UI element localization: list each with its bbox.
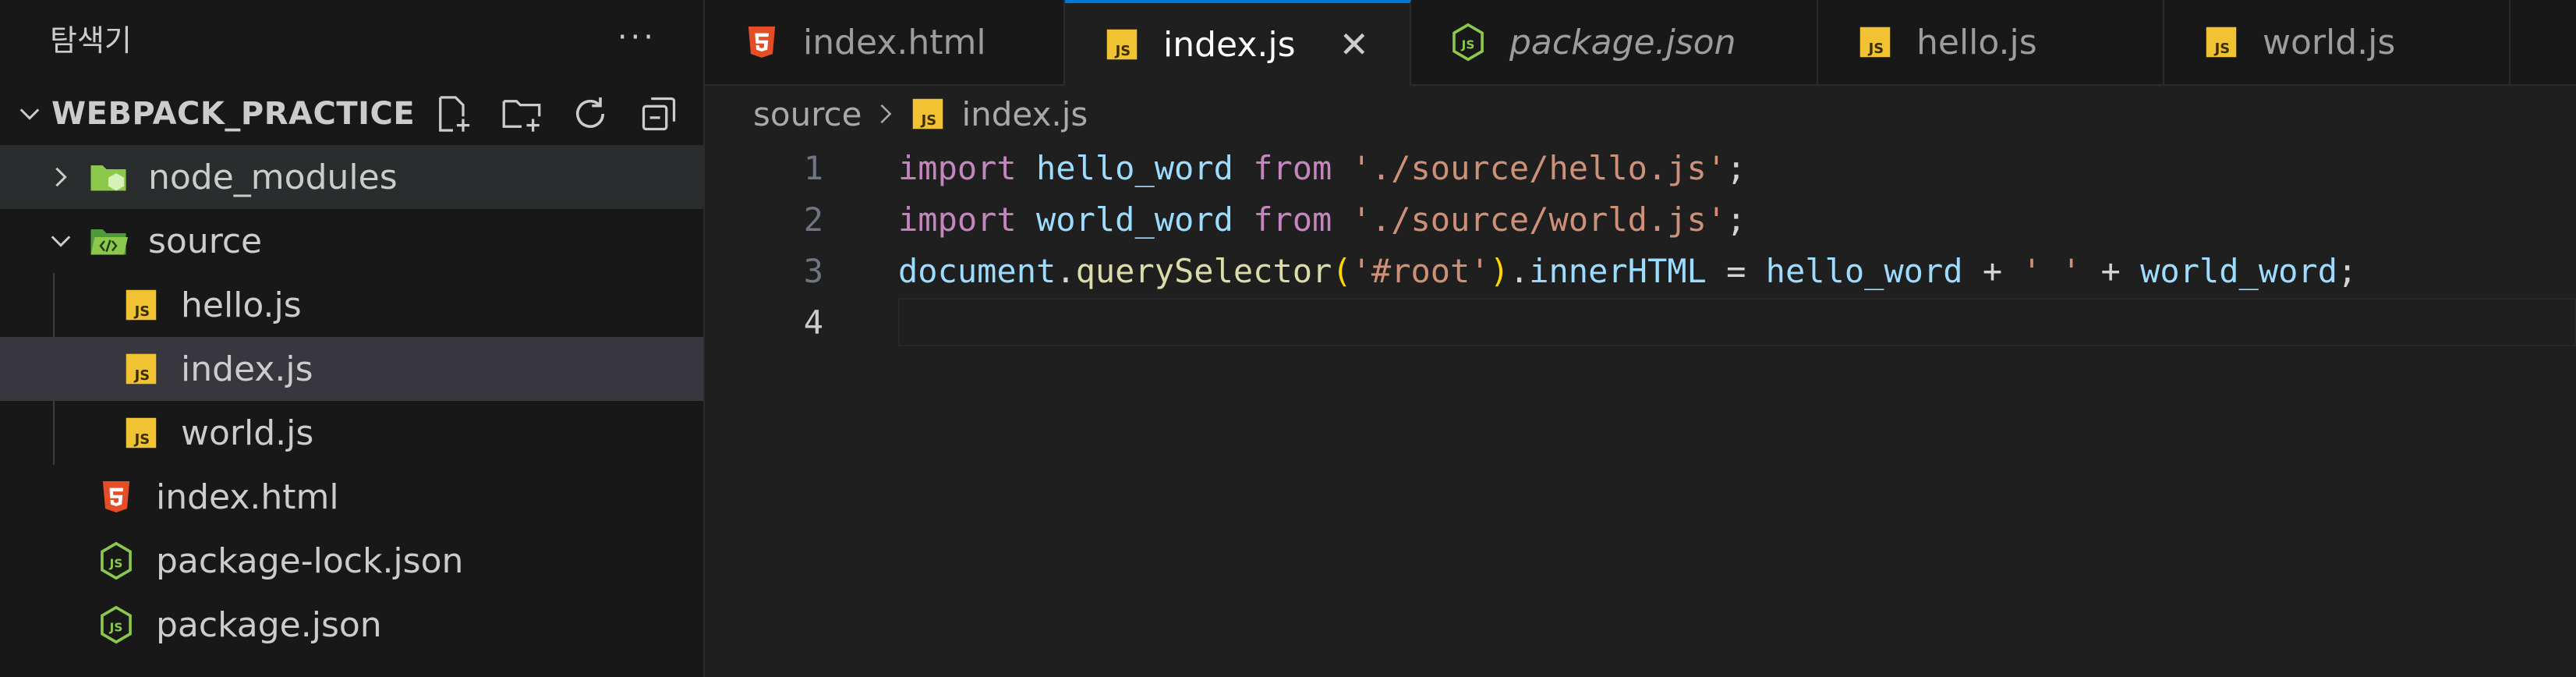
js-file-icon: JS — [122, 349, 161, 388]
svg-text:JS: JS — [1115, 43, 1131, 59]
code-line[interactable]: 1 import hello_word from './source/hello… — [705, 142, 2576, 193]
tab-label: hello.js — [1916, 22, 2037, 62]
tree-item-node-modules[interactable]: node_modules — [0, 145, 703, 209]
chevron-down-icon — [39, 219, 83, 263]
html-file-icon — [742, 23, 781, 62]
tree-item-index-js[interactable]: JS index.js — [0, 337, 703, 401]
breadcrumb-folder[interactable]: source — [753, 95, 862, 133]
svg-text:JS: JS — [921, 112, 937, 129]
tab-label: index.html — [803, 22, 986, 62]
tab-hello-js[interactable]: JS hello.js — [1818, 0, 2164, 84]
tree-item-label: index.html — [156, 477, 339, 517]
tree-item-label: package-lock.json — [156, 541, 464, 581]
svg-text:JS: JS — [2214, 41, 2231, 57]
refresh-icon[interactable] — [564, 88, 616, 140]
project-name: WEBPACK_PRACTICE — [51, 96, 416, 132]
js-file-icon: JS — [122, 285, 161, 324]
editor-area: index.html JS index.js ✕ JS package.json… — [705, 0, 2576, 677]
node-json-icon: JS — [97, 541, 136, 580]
node-json-icon: JS — [97, 605, 136, 644]
line-number: 1 — [803, 148, 823, 187]
chevron-down-icon — [8, 92, 51, 136]
tree-item-index-html[interactable]: index.html — [0, 465, 703, 529]
code-line[interactable]: 2 import world_word from './source/world… — [705, 193, 2576, 245]
html-file-icon — [97, 477, 136, 516]
tree-item-label: index.js — [181, 349, 313, 389]
js-file-icon: JS — [910, 96, 946, 132]
tab-index-js[interactable]: JS index.js ✕ — [1065, 0, 1411, 86]
tree-item-world-js[interactable]: JS world.js — [0, 401, 703, 465]
breadcrumb-file[interactable]: index.js — [961, 95, 1088, 133]
tab-bar: index.html JS index.js ✕ JS package.json… — [705, 0, 2576, 86]
tree-item-source[interactable]: source — [0, 209, 703, 273]
line-number: 2 — [803, 200, 823, 239]
js-file-icon: JS — [2202, 23, 2241, 62]
tree-item-package-json[interactable]: JS package.json — [0, 593, 703, 657]
file-tree: node_modules source JS hello.js JS index… — [0, 145, 703, 677]
tree-item-label: package.json — [156, 604, 382, 645]
svg-text:JS: JS — [1868, 41, 1884, 57]
code-text: import hello_word from './source/hello.j… — [898, 148, 1746, 187]
code-text — [898, 298, 2576, 346]
explorer-header: 탐색기 ··· — [0, 0, 703, 75]
tree-item-label: hello.js — [181, 285, 302, 325]
line-number: 4 — [803, 303, 823, 342]
folder-source-icon — [89, 222, 128, 261]
tab-label: world.js — [2263, 22, 2396, 62]
code-line[interactable]: 3 document.querySelector('#root').innerH… — [705, 245, 2576, 296]
tree-item-label: world.js — [181, 413, 314, 453]
tree-item-label: source — [148, 221, 263, 261]
close-icon[interactable]: ✕ — [1339, 23, 1370, 66]
code-text: import world_word from './source/world.j… — [898, 200, 1746, 239]
js-file-icon: JS — [1856, 23, 1895, 62]
tree-item-hello-js[interactable]: JS hello.js — [0, 273, 703, 337]
svg-text:JS: JS — [134, 431, 150, 448]
code-line-current[interactable]: 4 — [705, 296, 2576, 348]
tab-index-html[interactable]: index.html — [705, 0, 1065, 84]
chevron-right-icon — [39, 155, 83, 199]
more-actions-icon[interactable]: ··· — [617, 22, 656, 53]
tree-item-label: node_modules — [148, 157, 398, 197]
collapse-all-icon[interactable] — [633, 88, 685, 140]
node-json-icon: JS — [1449, 23, 1488, 62]
svg-text:JS: JS — [109, 620, 123, 634]
new-folder-icon[interactable] — [496, 88, 547, 140]
tab-world-js[interactable]: JS world.js — [2164, 0, 2511, 84]
tab-label: index.js — [1163, 24, 1296, 65]
line-number: 3 — [803, 251, 823, 290]
chevron-right-icon — [876, 102, 896, 126]
project-header[interactable]: WEBPACK_PRACTICE — [0, 83, 703, 145]
folder-node-icon — [89, 158, 128, 197]
svg-text:JS: JS — [134, 367, 150, 384]
svg-text:JS: JS — [109, 556, 123, 570]
svg-text:JS: JS — [1461, 37, 1475, 51]
svg-text:JS: JS — [134, 303, 150, 320]
js-file-icon: JS — [1102, 25, 1141, 64]
code-editor[interactable]: 1 import hello_word from './source/hello… — [705, 142, 2576, 677]
explorer-title: 탐색기 — [50, 23, 132, 58]
js-file-icon: JS — [122, 413, 161, 452]
tab-label: package.json — [1509, 22, 1736, 62]
breadcrumb: source JS index.js — [705, 86, 2576, 142]
explorer-sidebar: 탐색기 ··· WEBPACK_PRACTICE node_modules so… — [0, 0, 705, 677]
code-text: document.querySelector('#root').innerHTM… — [898, 251, 2358, 290]
tree-item-package-lock-json[interactable]: JS package-lock.json — [0, 529, 703, 593]
tab-package-json[interactable]: JS package.json — [1411, 0, 1818, 84]
new-file-icon[interactable] — [427, 88, 479, 140]
